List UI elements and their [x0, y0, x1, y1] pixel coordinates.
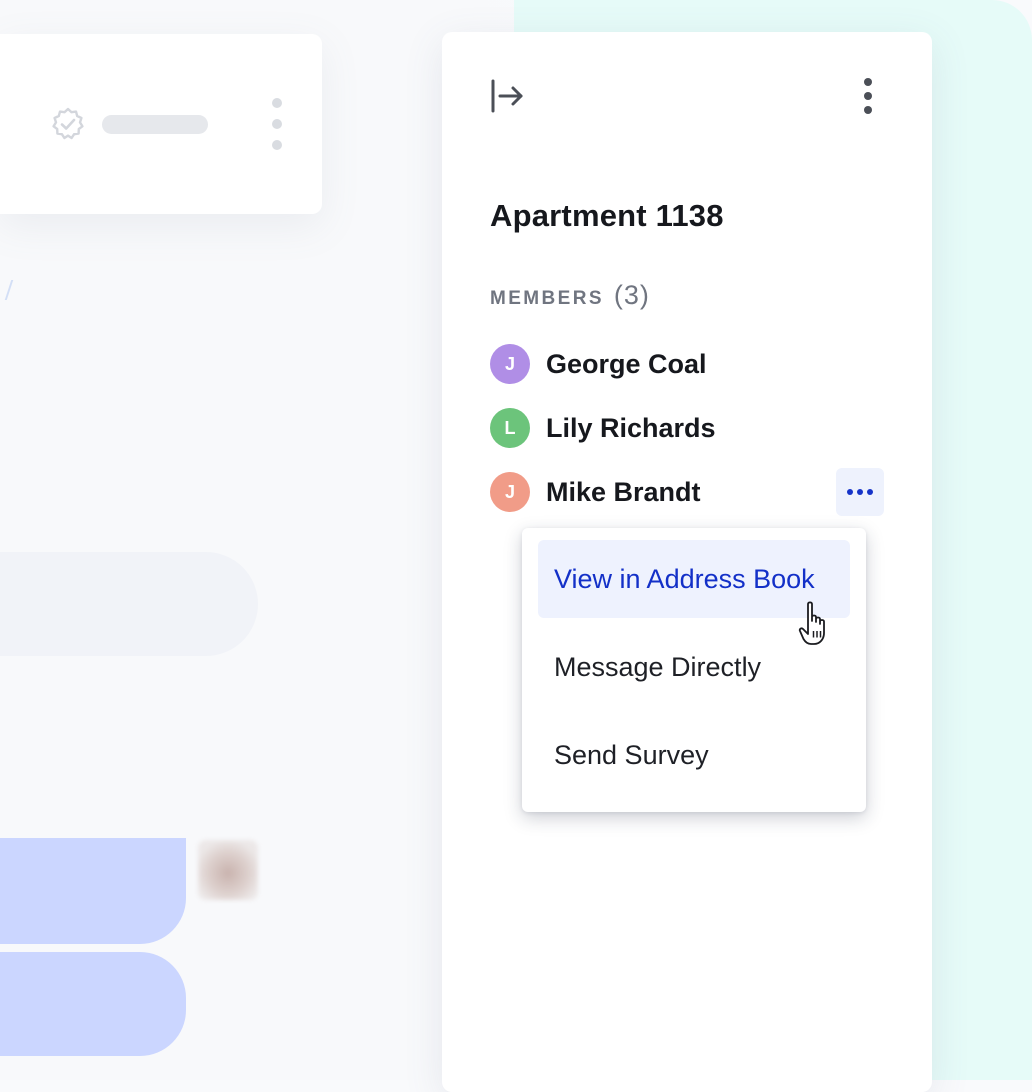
member-name: George Coal [546, 348, 707, 379]
member-item[interactable]: L Lily Richards [490, 408, 716, 448]
members-label: MEMBERS [490, 288, 604, 309]
chat-bubble [0, 952, 186, 1056]
avatar: L [490, 408, 530, 448]
verified-badge-icon [52, 107, 84, 140]
card-kebab-icon [268, 98, 286, 150]
member-name: Mike Brandt [546, 476, 701, 507]
hand-pointer-icon [798, 601, 825, 645]
avatar: J [490, 344, 530, 384]
member-actions-menu: View in Address Book Message Directly Se… [522, 528, 866, 812]
collapse-panel-button[interactable] [488, 78, 526, 114]
name-placeholder [102, 115, 208, 134]
kebab-vertical-icon [864, 78, 872, 86]
members-count: (3) [613, 280, 650, 310]
members-heading: MEMBERS (3) [490, 280, 650, 311]
message-placeholder [0, 552, 258, 656]
member-item[interactable]: J George Coal [490, 344, 707, 384]
ellipsis-horizontal-icon [847, 489, 853, 495]
avatar: J [490, 472, 530, 512]
blurred-avatar [198, 840, 258, 900]
panel-title: Apartment 1138 [490, 198, 724, 233]
member-item[interactable]: J Mike Brandt [490, 472, 701, 512]
chat-bubble [0, 838, 186, 944]
member-more-button[interactable] [836, 468, 884, 516]
member-name: Lily Richards [546, 412, 716, 443]
collapse-panel-icon [491, 79, 523, 113]
menu-item-send-survey[interactable]: Send Survey [538, 716, 850, 794]
panel-more-button[interactable] [856, 76, 880, 116]
